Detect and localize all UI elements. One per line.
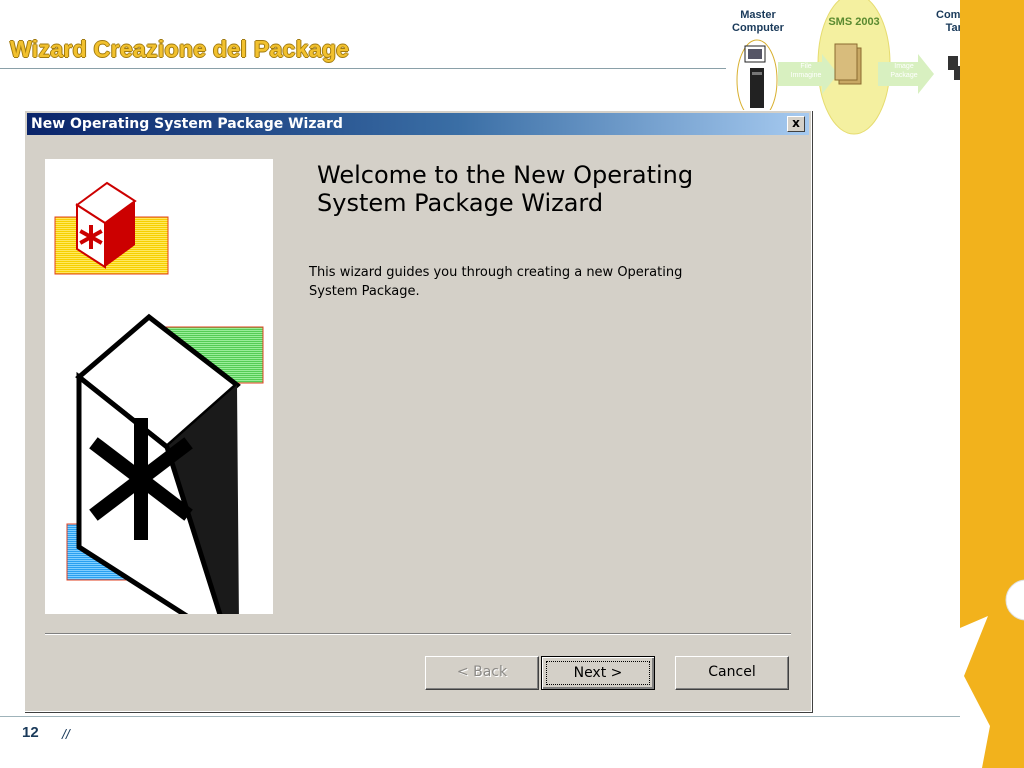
- logo-head: [1005, 579, 1024, 621]
- next-button-label: Next >: [546, 661, 650, 685]
- right-accent-bar: [960, 0, 1024, 768]
- arrow1-label-line1: File: [800, 63, 812, 70]
- cancel-button[interactable]: Cancel: [675, 656, 789, 690]
- heading-line-1: Welcome to the New Operating: [317, 161, 694, 189]
- page-number: 12: [22, 724, 39, 741]
- next-button[interactable]: Next >: [541, 656, 655, 690]
- wizard-illustration: [45, 159, 273, 649]
- master-computer-label: Master Computer: [728, 9, 788, 35]
- runner-logo-graphic: [960, 579, 1024, 768]
- page-separator: //: [62, 726, 70, 742]
- window-titlebar[interactable]: New Operating System Package Wizard x: [27, 113, 809, 135]
- slide-title: Wizard Creazione del Package: [10, 36, 350, 62]
- description-line-1: This wizard guides you through creating …: [309, 265, 683, 280]
- window-title: New Operating System Package Wizard: [31, 116, 343, 132]
- master-label-line2: Computer: [732, 22, 784, 34]
- arrow2-label-line2: Package: [890, 72, 918, 79]
- master-label-line1: Master: [740, 9, 776, 21]
- logo-body: [960, 616, 990, 768]
- arrow1-label: File Immagine: [786, 62, 826, 80]
- arrow2-label-line1: Image: [894, 63, 914, 70]
- package-wizard-art-icon: [54, 181, 264, 649]
- arrow1-label-line2: Immagine: [790, 72, 822, 79]
- close-button[interactable]: x: [787, 116, 805, 132]
- back-button[interactable]: < Back: [425, 656, 539, 690]
- wizard-heading: Welcome to the New Operating System Pack…: [317, 161, 797, 217]
- sms-label: SMS 2003: [828, 16, 880, 28]
- button-separator: [45, 633, 791, 635]
- footer-divider: [0, 716, 960, 717]
- title-divider: [0, 68, 730, 69]
- heading-line-2: System Package Wizard: [317, 189, 604, 217]
- wizard-description: This wizard guides you through creating …: [309, 263, 779, 301]
- description-line-2: System Package.: [309, 284, 420, 299]
- wizard-window: New Operating System Package Wizard x We…: [24, 110, 812, 712]
- arrow2-label: Image Package: [884, 62, 924, 80]
